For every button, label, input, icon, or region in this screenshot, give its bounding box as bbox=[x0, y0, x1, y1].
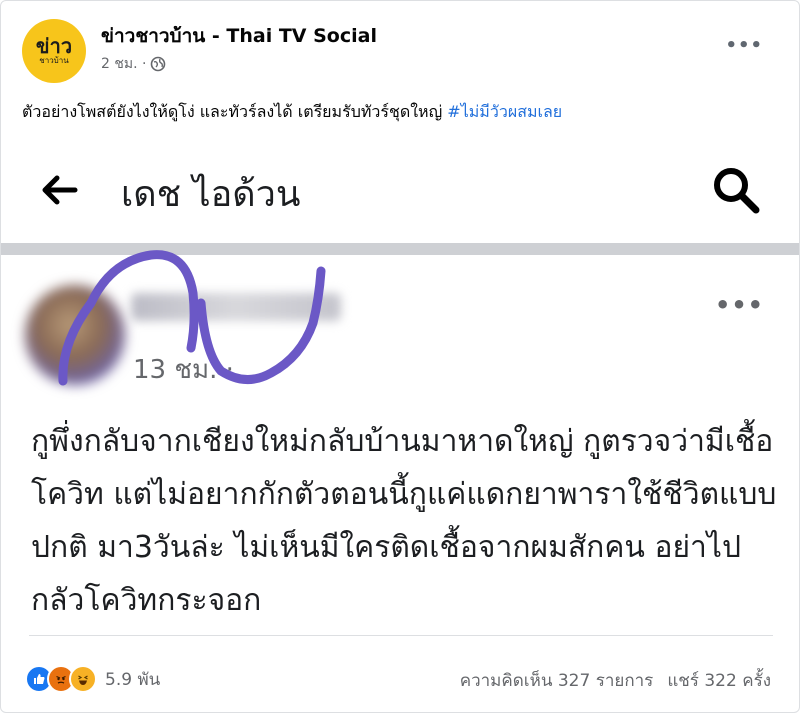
post-time[interactable]: 2 ชม. · bbox=[101, 53, 146, 75]
avatar-logo-subtext: ชาวบ้าน bbox=[39, 56, 69, 65]
avatar-logo-text: ข่าว bbox=[35, 34, 73, 58]
reaction-count: 5.9 พัน bbox=[105, 669, 161, 690]
page-avatar[interactable]: ข่าว ชาวบ้าน bbox=[22, 19, 86, 83]
page-name[interactable]: ข่าวชาวบ้าน - Thai TV Social bbox=[101, 21, 377, 51]
engagement-stats: ความคิดเห็น 327 รายการ แชร์ 322 ครั้ง bbox=[460, 667, 771, 694]
post-caption: ตัวอย่างโพสต์ยังไงให้ดูโง่ และทัวร์ลงได้… bbox=[22, 100, 562, 125]
haha-reaction-icon bbox=[69, 665, 97, 693]
screenshot-post-body: กูพึ่งกลับจากเชียงใหม่กลับบ้านมาหาดใหญ่ … bbox=[31, 424, 777, 618]
more-options-icon[interactable]: ••• bbox=[725, 35, 763, 56]
post-meta: 2 ชม. · bbox=[101, 53, 166, 75]
post-card: ข่าว ชาวบ้าน ข่าวชาวบ้าน - Thai TV Socia… bbox=[0, 0, 800, 713]
caption-text: ตัวอย่างโพสต์ยังไงให้ดูโง่ และทัวร์ลงได้… bbox=[22, 102, 448, 121]
scribble-annotation bbox=[58, 250, 326, 386]
globe-icon bbox=[151, 56, 166, 72]
share-count[interactable]: แชร์ 322 ครั้ง bbox=[667, 667, 771, 694]
comment-count[interactable]: ความคิดเห็น 327 รายการ bbox=[460, 667, 654, 694]
reactions-summary[interactable]: 5.9 พัน bbox=[25, 665, 160, 693]
divider bbox=[29, 635, 773, 636]
hashtag-link[interactable]: #ไม่มีวัวผสมเลย bbox=[447, 102, 562, 121]
shared-screenshot[interactable]: เดช ไอด้วน 13 ชม. · ••• กูพึ่งกลับจากเชี… bbox=[1, 143, 799, 641]
